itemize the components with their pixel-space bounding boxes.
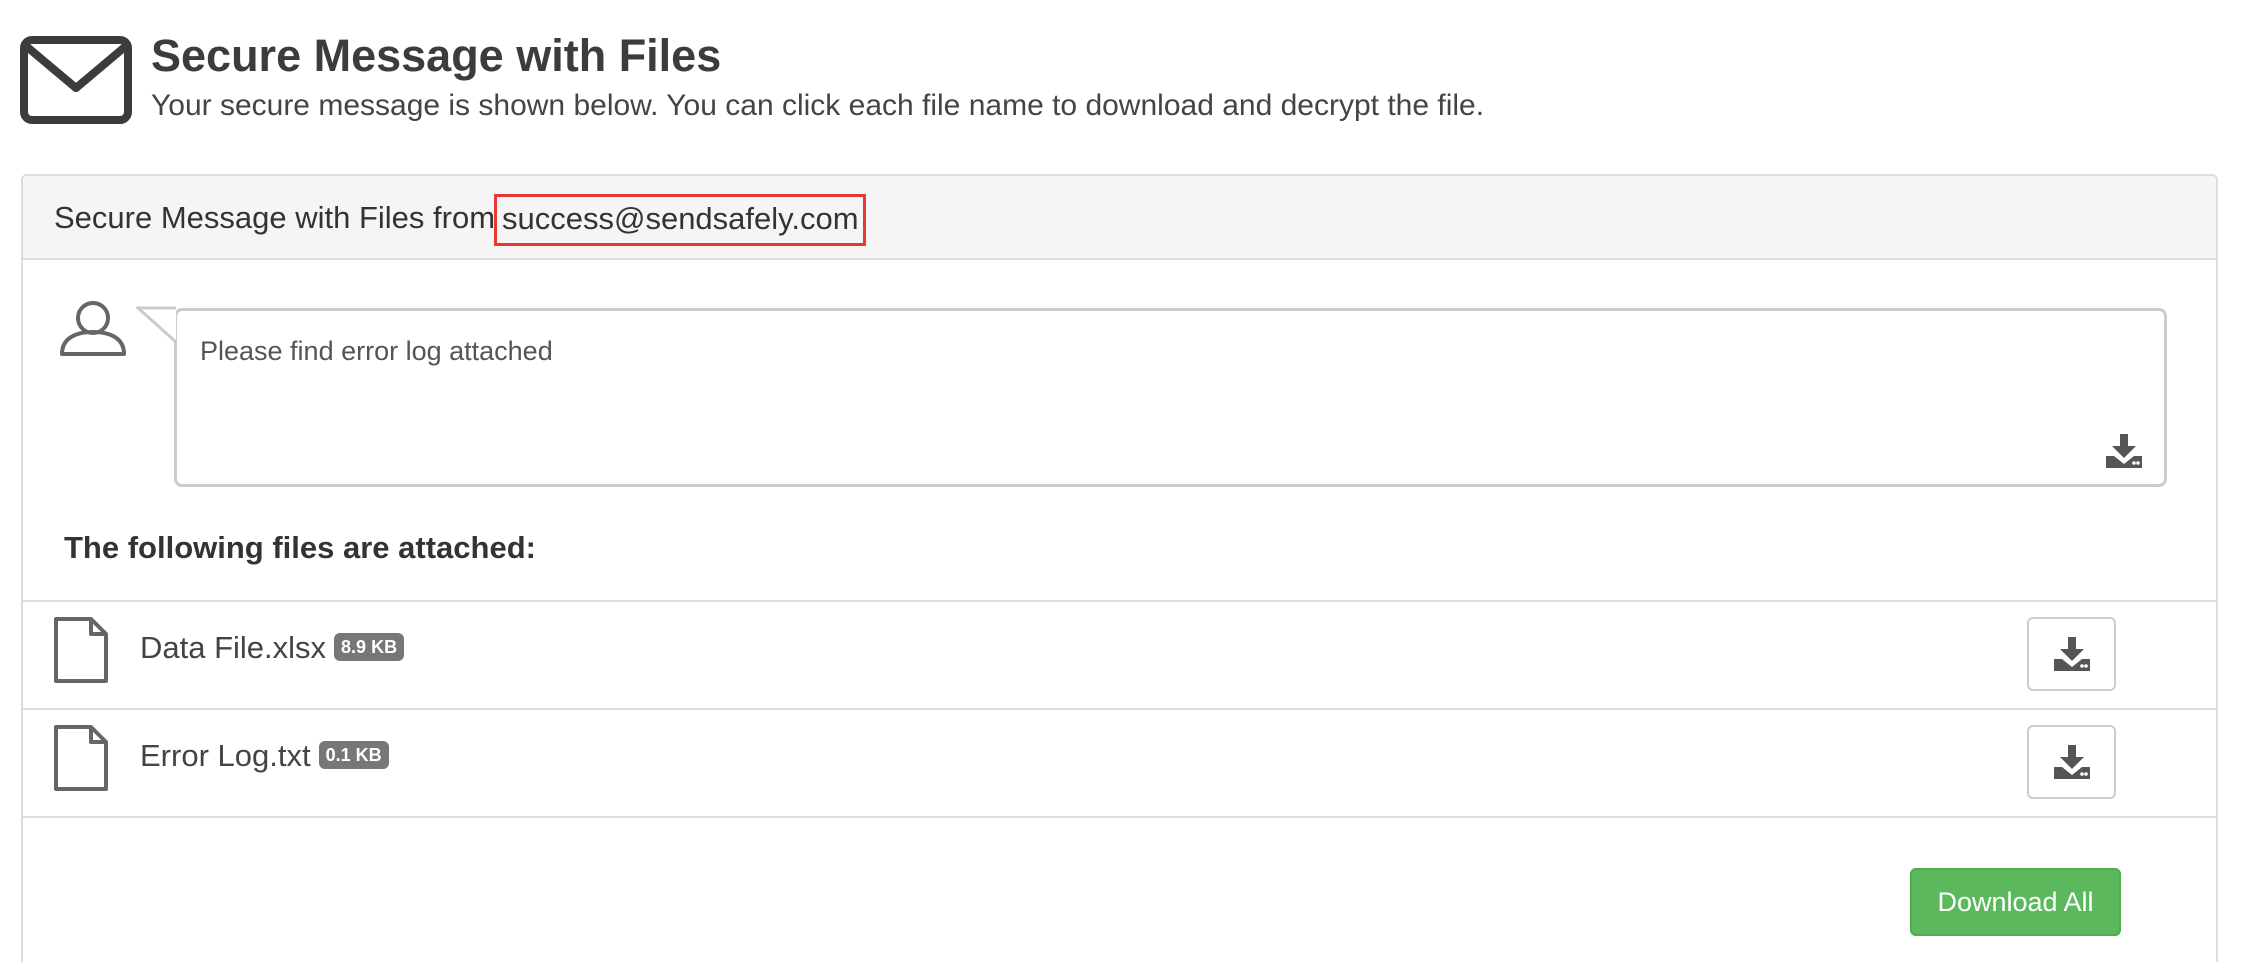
file-download-button[interactable] bbox=[2027, 725, 2116, 799]
sender-email: success@sendsafely.com bbox=[494, 194, 866, 246]
page-title: Secure Message with Files bbox=[151, 30, 722, 81]
file-icon bbox=[54, 725, 108, 791]
file-name-link[interactable]: Data File.xlsx 8.9 KB bbox=[140, 628, 405, 668]
message-panel: Secure Message with Files from success@s… bbox=[21, 174, 2218, 962]
file-icon bbox=[54, 617, 108, 683]
file-row: Error Log.txt 0.1 KB bbox=[23, 708, 2216, 818]
file-row: Data File.xlsx 8.9 KB bbox=[23, 600, 2216, 708]
file-size-badge: 8.9 KB bbox=[334, 632, 405, 661]
page-subtitle: Your secure message is shown below. You … bbox=[151, 89, 1485, 122]
message-bubble: Please find error log attached bbox=[174, 308, 2167, 487]
download-icon bbox=[2053, 745, 2090, 779]
file-name-link[interactable]: Error Log.txt 0.1 KB bbox=[140, 736, 389, 776]
download-all-button[interactable]: Download All bbox=[1910, 868, 2121, 936]
message-text: Please find error log attached bbox=[200, 336, 553, 366]
file-size-badge: 0.1 KB bbox=[318, 740, 389, 769]
page: Secure Message with Files Your secure me… bbox=[0, 0, 2246, 962]
download-icon[interactable] bbox=[2104, 432, 2144, 470]
download-icon bbox=[2053, 637, 2090, 671]
from-label: Secure Message with Files from bbox=[54, 200, 496, 235]
file-download-button[interactable] bbox=[2027, 617, 2116, 691]
envelope-icon bbox=[20, 36, 132, 124]
files-heading: The following files are attached: bbox=[64, 530, 536, 565]
bubble-tail bbox=[136, 306, 178, 344]
user-icon bbox=[60, 301, 126, 356]
file-name[interactable]: Data File.xlsx bbox=[140, 630, 326, 665]
file-name[interactable]: Error Log.txt bbox=[140, 738, 311, 773]
panel-heading: Secure Message with Files from success@s… bbox=[23, 176, 2216, 260]
